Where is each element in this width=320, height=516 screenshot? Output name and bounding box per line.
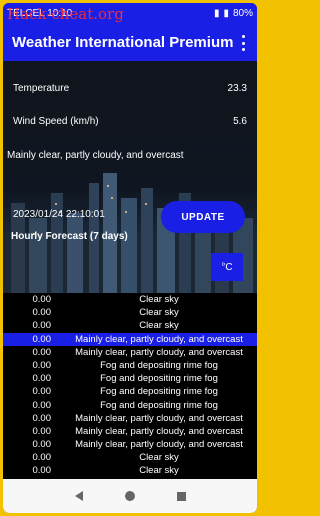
forecast-value: 0.00 (32, 373, 52, 385)
forecast-value: 0.00 (32, 399, 52, 411)
forecast-description: Clear sky (139, 452, 179, 464)
recents-icon[interactable] (176, 491, 186, 501)
forecast-value: 0.00 (32, 452, 52, 464)
forecast-row[interactable]: 0.00 Clear sky (3, 306, 257, 319)
home-icon[interactable] (124, 491, 135, 501)
forecast-value: 0.00 (32, 333, 52, 345)
forecast-value: 0.00 (32, 412, 52, 424)
hourly-forecast-heading: Hourly Forecast (7 days) (11, 231, 128, 242)
forecast-row[interactable]: 0.00 Fog and depositing rime fog (3, 385, 257, 398)
wind-speed-label: Wind Speed (km/h) (13, 116, 99, 127)
forecast-row[interactable]: 0.00 Fog and depositing rime fog (3, 372, 257, 385)
forecast-description: Mainly clear, partly cloudy, and overcas… (75, 412, 243, 424)
forecast-row[interactable]: 0.00 Clear sky (3, 451, 257, 464)
forecast-description: Clear sky (139, 320, 179, 332)
forecast-description: Mainly clear, partly cloudy, and overcas… (75, 439, 243, 451)
forecast-row[interactable]: 0.00 Mainly clear, partly cloudy, and ove… (3, 346, 257, 359)
forecast-value: 0.00 (32, 359, 52, 371)
app-bar: Weather International Premium (3, 25, 257, 61)
watermark: Hack-cheat.org (7, 5, 124, 23)
forecast-description: Fog and depositing rime fog (100, 359, 218, 371)
forecast-description: Clear sky (139, 307, 179, 319)
forecast-row[interactable]: 0.00 Mainly clear, partly cloudy, and ove… (3, 332, 257, 346)
status-icons: ▮ ▮ 80% (214, 8, 253, 19)
forecast-row[interactable]: 0.00 Mainly clear, partly cloudy, and ove… (3, 412, 257, 425)
battery-icon: ▮ (223, 8, 229, 19)
forecast-row[interactable]: 0.00 Mainly clear, partly cloudy, and ove… (3, 425, 257, 438)
forecast-row[interactable]: 0.00 Clear sky (3, 319, 257, 332)
forecast-description: Clear sky (139, 294, 179, 305)
app-title: Weather International Premium (12, 34, 234, 51)
current-weather-panel: Temperature 23.3 Wind Speed (km/h) 5.6 M… (3, 61, 257, 293)
back-icon[interactable] (74, 491, 83, 501)
update-timestamp: 2023/01/24 22:10:01 (13, 209, 105, 220)
forecast-value: 0.00 (32, 294, 52, 305)
unit-toggle-button[interactable]: °C (211, 253, 243, 281)
forecast-description: Mainly clear, partly cloudy, and overcas… (75, 346, 243, 358)
forecast-value: 0.00 (32, 465, 52, 477)
forecast-row[interactable]: 0.00 Clear sky (3, 464, 257, 477)
forecast-value: 0.00 (32, 346, 52, 358)
signal-icon: ▮ (213, 8, 220, 19)
forecast-row[interactable]: 0.00 Clear sky (3, 293, 257, 306)
phone-frame: TELCEL 10:10 Hack-cheat.org ▮ ▮ 80% Weat… (3, 3, 257, 513)
wind-speed-value: 5.6 (233, 116, 247, 127)
forecast-row[interactable]: 0.00 Mainly clear, partly cloudy, and ove… (3, 438, 257, 451)
forecast-description: Mainly clear, partly cloudy, and overcas… (75, 333, 243, 345)
battery-level: 80% (232, 8, 253, 19)
status-bar: TELCEL 10:10 Hack-cheat.org ▮ ▮ 80% (3, 3, 257, 25)
forecast-description: Mainly clear, partly cloudy, and overcas… (75, 425, 243, 437)
forecast-value: 0.00 (32, 320, 52, 332)
temperature-label: Temperature (13, 83, 70, 94)
temperature-value: 23.3 (227, 83, 247, 94)
condition-text: Mainly clear, partly cloudy, and overcas… (7, 150, 184, 161)
update-button[interactable]: UPDATE (161, 201, 245, 233)
forecast-row[interactable]: 0.00 Fog and depositing rime fog (3, 399, 257, 412)
forecast-value: 0.00 (32, 307, 52, 319)
forecast-value: 0.00 (32, 439, 52, 451)
system-nav-bar (3, 479, 257, 513)
forecast-row[interactable]: 0.00 Fog and depositing rime fog (3, 359, 257, 372)
forecast-description: Fog and depositing rime fog (100, 386, 218, 398)
more-vert-icon[interactable] (237, 33, 249, 53)
hourly-forecast-list[interactable]: 0.00 Clear sky 0.00 Clear sky 0.00 Clear sky 0… (3, 293, 257, 479)
forecast-value: 0.00 (32, 425, 52, 437)
forecast-description: Fog and depositing rime fog (100, 399, 218, 411)
forecast-description: Fog and depositing rime fog (100, 373, 218, 385)
forecast-description: Clear sky (139, 465, 179, 477)
forecast-value: 0.00 (32, 386, 52, 398)
